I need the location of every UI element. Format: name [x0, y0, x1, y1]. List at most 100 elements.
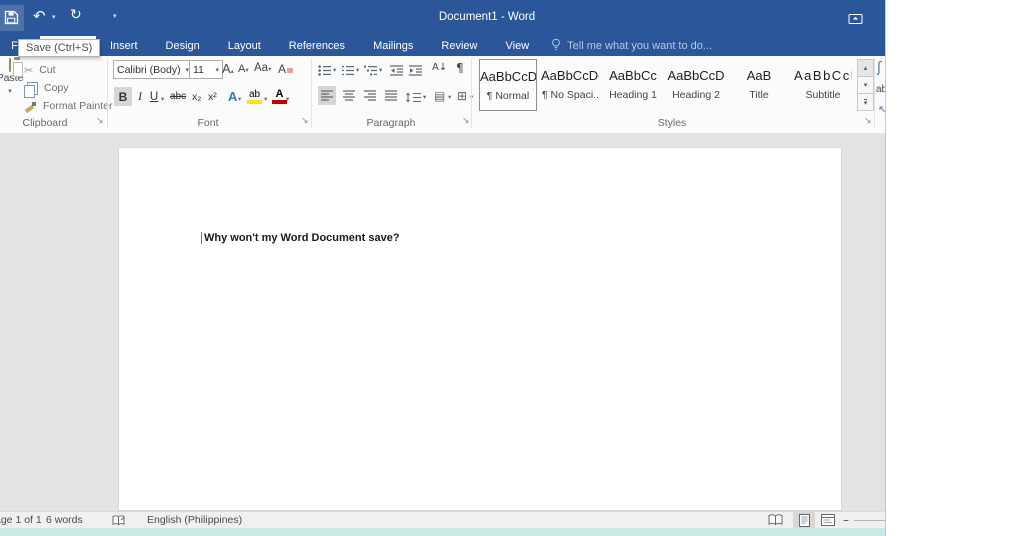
styles-scroll-down-button[interactable]: ▾: [857, 76, 874, 94]
read-mode-button[interactable]: [768, 514, 784, 526]
multilevel-list-button[interactable]: [364, 63, 378, 81]
highlight-color-button[interactable]: ab: [247, 87, 262, 104]
word-window: ↶ ▾ ↻ ▾ Document1 - Word File Insert Des…: [0, 0, 886, 536]
redo-button[interactable]: ↻: [70, 7, 82, 23]
styles-group-label: Styles: [657, 117, 687, 129]
group-separator: [311, 58, 312, 128]
increase-indent-button[interactable]: [409, 63, 424, 81]
align-right-button[interactable]: [361, 86, 379, 105]
styles-dialog-launcher[interactable]: ↘: [864, 116, 872, 126]
italic-button[interactable]: I: [134, 87, 146, 106]
zoom-out-button[interactable]: –: [843, 513, 849, 527]
language-status[interactable]: English (Philippines): [147, 514, 242, 526]
word-count[interactable]: 6 words: [46, 514, 83, 526]
save-button[interactable]: [4, 10, 19, 30]
strikethrough-button[interactable]: abc: [170, 87, 186, 106]
bullets-dropdown-icon[interactable]: ▾: [333, 66, 336, 74]
italic-letter: I: [138, 89, 142, 103]
superscript-letters: x²: [208, 90, 217, 103]
style-subtitle[interactable]: AaBbCcD Subtitle: [794, 59, 852, 111]
font-size-combo[interactable]: 11 ▾: [189, 60, 223, 79]
style-title[interactable]: AaB Title: [730, 59, 788, 111]
styles-more-button[interactable]: ▾: [857, 93, 874, 111]
clipboard-group-label: Clipboard: [22, 117, 68, 129]
find-icon[interactable]: ʃ: [877, 60, 882, 76]
line-spacing-button[interactable]: [406, 90, 422, 108]
format-painter-button[interactable]: Format Painter: [24, 98, 112, 114]
shading-button[interactable]: ▤: [434, 89, 445, 103]
cut-button[interactable]: ✂ Cut: [24, 62, 56, 78]
save-tooltip: Save (Ctrl+S): [18, 39, 101, 57]
save-icon: [4, 10, 19, 29]
numbering-dropdown-icon[interactable]: ▾: [356, 66, 359, 74]
borders-button[interactable]: ⊞: [457, 89, 467, 103]
superscript-button[interactable]: x²: [208, 87, 217, 106]
style-no-spacing[interactable]: AaBbCcDd ¶ No Spaci...: [541, 59, 599, 111]
tab-layout[interactable]: Layout: [214, 40, 275, 52]
style-normal[interactable]: AaBbCcDd ¶ Normal: [479, 59, 537, 111]
undo-button[interactable]: ↶: [33, 7, 46, 25]
decrease-indent-button[interactable]: [390, 63, 405, 81]
scroll-down-icon: ▾: [863, 81, 868, 89]
replace-icon[interactable]: ab: [876, 84, 885, 95]
font-color-dropdown-icon[interactable]: ▾: [286, 95, 289, 103]
font-color-button[interactable]: A: [272, 87, 287, 104]
highlight-dropdown-icon[interactable]: ▾: [264, 95, 267, 103]
clear-formatting-button[interactable]: A: [278, 62, 294, 76]
zoom-slider[interactable]: [854, 520, 885, 521]
font-name-combo[interactable]: Calibri (Body) ▾: [113, 60, 193, 79]
style-preview: AaBbCc: [609, 68, 657, 83]
underline-dropdown-icon[interactable]: ▾: [161, 95, 164, 103]
document-page[interactable]: Why won't my Word Document save?: [118, 147, 842, 511]
ribbon-display-options-button[interactable]: [848, 12, 863, 30]
print-layout-button[interactable]: [793, 512, 815, 529]
show-paragraph-marks-button[interactable]: ¶: [456, 61, 464, 75]
undo-dropdown[interactable]: ▾: [52, 13, 56, 21]
styles-scroll-up-button[interactable]: ▴: [857, 59, 874, 77]
status-bar: Page 1 of 1 6 words English (Philippines…: [0, 511, 885, 529]
style-name: Title: [749, 89, 769, 101]
subscript-button[interactable]: x₂: [192, 87, 201, 106]
text-effects-button[interactable]: A: [228, 87, 237, 106]
document-text[interactable]: Why won't my Word Document save?: [204, 232, 400, 244]
tab-references[interactable]: References: [275, 40, 359, 52]
tab-mailings[interactable]: Mailings: [359, 40, 427, 52]
style-heading2[interactable]: AaBbCcD Heading 2: [667, 59, 725, 111]
align-left-button[interactable]: [318, 86, 336, 105]
bullets-button[interactable]: [318, 63, 332, 81]
text-effects-dropdown-icon[interactable]: ▾: [238, 95, 241, 103]
sort-button[interactable]: A↓: [432, 62, 447, 73]
select-icon[interactable]: ↖: [878, 103, 885, 116]
tab-review[interactable]: Review: [427, 40, 491, 52]
change-case-button[interactable]: Aa▾: [254, 62, 271, 74]
tab-design[interactable]: Design: [152, 40, 214, 52]
multilevel-dropdown-icon[interactable]: ▾: [379, 66, 382, 74]
style-name: ¶ Normal: [486, 90, 530, 102]
sort-icon: A↓: [432, 62, 448, 73]
shrink-font-button[interactable]: A▾: [238, 63, 249, 75]
clipboard-dialog-launcher[interactable]: ↘: [96, 116, 104, 126]
paragraph-dialog-launcher[interactable]: ↘: [462, 116, 470, 126]
justify-button[interactable]: [382, 86, 400, 105]
customize-qat-button[interactable]: ▾: [113, 12, 117, 20]
page-count[interactable]: Page 1 of 1: [0, 514, 42, 526]
grow-font-button[interactable]: A▴: [222, 61, 234, 76]
paste-dropdown-icon[interactable]: ▾: [8, 87, 12, 95]
style-heading1[interactable]: AaBbCc Heading 1: [604, 59, 662, 111]
tell-me-box[interactable]: Tell me what you want to do...: [551, 38, 712, 55]
copy-button[interactable]: Copy: [24, 80, 69, 98]
align-center-button[interactable]: [340, 86, 358, 105]
numbering-button[interactable]: [341, 63, 355, 81]
line-spacing-dropdown-icon[interactable]: ▾: [423, 93, 426, 101]
font-dialog-launcher[interactable]: ↘: [301, 116, 309, 126]
read-mode-icon: [768, 514, 783, 526]
bold-button[interactable]: B: [114, 87, 132, 106]
underline-button[interactable]: U: [148, 87, 160, 106]
web-layout-button[interactable]: [821, 514, 835, 526]
proofing-status-icon[interactable]: [112, 515, 126, 529]
group-separator: [874, 58, 875, 128]
style-name: Subtitle: [805, 89, 841, 101]
shading-dropdown-icon[interactable]: ▾: [448, 93, 451, 101]
tab-view[interactable]: View: [492, 40, 544, 52]
tab-insert[interactable]: Insert: [96, 40, 152, 52]
